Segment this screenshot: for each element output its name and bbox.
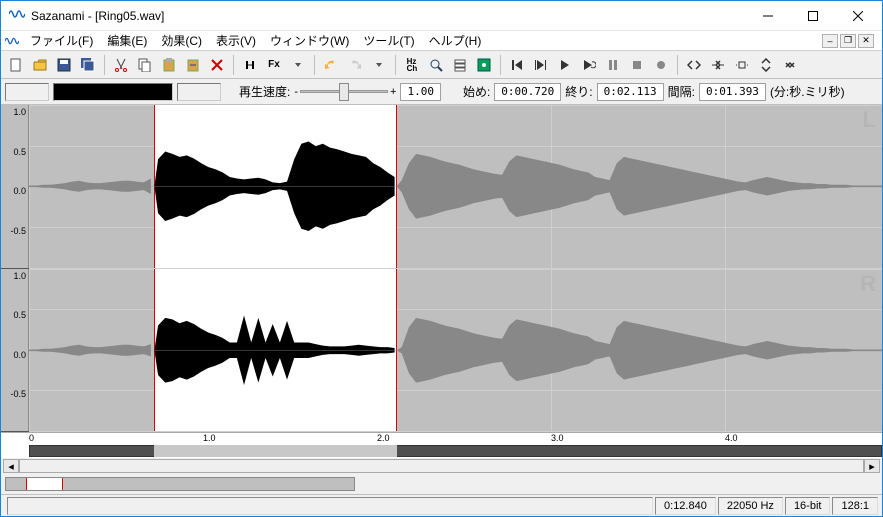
waveform-channel-left[interactable]: 1.00.50.0-0.5 L [1, 105, 882, 269]
toolbar: Fx HzCh [1, 51, 882, 79]
y-axis-right: 1.00.50.0-0.5 [1, 269, 29, 432]
play-selection-button[interactable] [530, 54, 552, 76]
history-dropdown[interactable] [368, 54, 390, 76]
save-button[interactable] [53, 54, 75, 76]
time-unit-label: (分:秒.ミリ秒) [770, 83, 845, 100]
time-ruler[interactable]: 01.02.03.04.0 [1, 432, 882, 458]
infobar: 再生速度: - + 1.00 始め: 0:00.720 終り: 0:02.113… [1, 79, 882, 105]
menubar: ファイル(F) 編集(E) 効果(C) 表示(V) ウィンドウ(W) ツール(T… [1, 31, 882, 51]
zoom-button[interactable] [425, 54, 447, 76]
go-start-button[interactable] [506, 54, 528, 76]
waveform-channel-right[interactable]: 1.00.50.0-0.5 R [1, 269, 882, 433]
zoom-out-h-button[interactable] [683, 54, 705, 76]
status-total-time: 0:12.840 [655, 497, 716, 515]
menu-file[interactable]: ファイル(F) [23, 30, 100, 51]
menu-help[interactable]: ヘルプ(H) [422, 30, 489, 51]
selection-length-value[interactable]: 0:01.393 [699, 83, 766, 101]
speed-value[interactable]: 1.00 [400, 83, 441, 101]
playback-speed-label: 再生速度: [239, 83, 290, 100]
speed-minus: - [294, 86, 298, 98]
undo-button[interactable] [320, 54, 342, 76]
window-title: Sazanami - [Ring05.wav] [31, 9, 745, 23]
effects-button[interactable]: Fx [263, 54, 285, 76]
y-axis-left: 1.00.50.0-0.5 [1, 105, 29, 268]
selection-end-value[interactable]: 0:02.113 [597, 83, 664, 101]
settings-button[interactable] [473, 54, 495, 76]
status-zoom: 128:1 [832, 497, 878, 515]
stop-button[interactable] [626, 54, 648, 76]
play-button[interactable] [554, 54, 576, 76]
play-loop-button[interactable] [578, 54, 600, 76]
mdi-close-button[interactable]: ✕ [858, 34, 874, 48]
menu-effect[interactable]: 効果(C) [154, 30, 209, 51]
zoom-in-h-button[interactable] [707, 54, 729, 76]
channel-label-left: L [863, 107, 876, 133]
wave-color-swatch[interactable] [53, 83, 173, 101]
waveform-area[interactable]: 1.00.50.0-0.5 L 1.00.50.0-0.5 R 01.02.03… [1, 105, 882, 458]
selection-length-label: 間隔: [668, 83, 695, 100]
horizontal-scrollbar[interactable]: ◂ ▸ [1, 458, 882, 474]
mdi-restore-button[interactable]: ❐ [840, 34, 856, 48]
minimap-row [1, 474, 882, 494]
menu-window[interactable]: ウィンドウ(W) [263, 30, 356, 51]
speed-slider-wrap: - + [294, 83, 396, 101]
maximize-button[interactable] [790, 1, 835, 30]
new-file-button[interactable] [5, 54, 27, 76]
left-color-swatch[interactable] [5, 83, 49, 101]
titlebar: Sazanami - [Ring05.wav] [1, 1, 882, 31]
mix-paste-button[interactable] [182, 54, 204, 76]
channel-label-right: R [860, 271, 876, 297]
effects-dropdown[interactable] [287, 54, 309, 76]
status-message [7, 497, 653, 515]
app-icon [9, 6, 25, 25]
status-sample-rate: 22050 Hz [718, 497, 783, 515]
zoom-in-v-button[interactable] [779, 54, 801, 76]
cut-button[interactable] [110, 54, 132, 76]
trim-button[interactable] [239, 54, 261, 76]
mdi-minimize-button[interactable]: – [822, 34, 838, 48]
redo-button[interactable] [344, 54, 366, 76]
selection-start-label: 始め: [463, 83, 490, 100]
selection-end-label: 終り: [565, 83, 592, 100]
delete-button[interactable] [206, 54, 228, 76]
status-bit-depth: 16-bit [785, 497, 831, 515]
right-color-swatch[interactable] [177, 83, 221, 101]
open-file-button[interactable] [29, 54, 51, 76]
pause-button[interactable] [602, 54, 624, 76]
menu-tool[interactable]: ツール(T) [356, 30, 421, 51]
sample-rate-button[interactable]: HzCh [401, 54, 423, 76]
save-all-button[interactable] [77, 54, 99, 76]
close-button[interactable] [835, 1, 880, 30]
record-button[interactable] [650, 54, 672, 76]
menu-view[interactable]: 表示(V) [209, 30, 263, 51]
mdi-controls: – ❐ ✕ [822, 34, 878, 48]
minimize-button[interactable] [745, 1, 790, 30]
properties-button[interactable] [449, 54, 471, 76]
minimap[interactable] [5, 477, 355, 491]
paste-button[interactable] [158, 54, 180, 76]
speed-plus: + [390, 86, 396, 98]
mdi-app-icon [5, 34, 19, 48]
menu-edit[interactable]: 編集(E) [100, 30, 154, 51]
statusbar: 0:12.840 22050 Hz 16-bit 128:1 [1, 494, 882, 516]
zoom-out-v-button[interactable] [755, 54, 777, 76]
speed-slider[interactable] [300, 83, 388, 101]
selection-start-value[interactable]: 0:00.720 [494, 83, 561, 101]
copy-button[interactable] [134, 54, 156, 76]
zoom-selection-button[interactable] [731, 54, 753, 76]
